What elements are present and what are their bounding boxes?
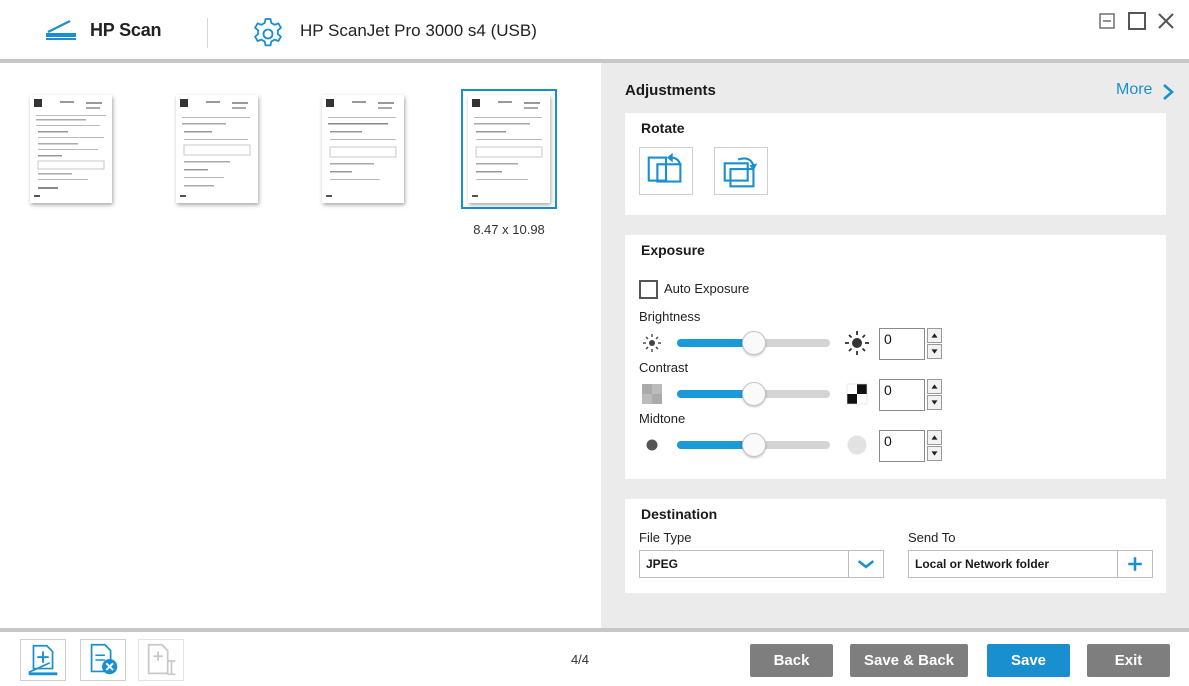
send-to-field[interactable]: Local or Network folder xyxy=(908,550,1153,578)
midtone-label: Midtone xyxy=(639,411,686,426)
caret-up-icon xyxy=(931,435,938,440)
midtone-light-icon xyxy=(847,435,867,455)
page-thumbnail[interactable] xyxy=(30,95,112,203)
close-icon[interactable] xyxy=(1155,10,1177,32)
rotate-right-icon xyxy=(723,157,758,188)
contrast-increment-button[interactable] xyxy=(927,379,942,394)
chevron-down-icon xyxy=(857,560,875,569)
document-page-icon xyxy=(34,99,106,197)
page-thumbnail[interactable] xyxy=(322,95,404,203)
midtone-value-input[interactable]: 0 xyxy=(879,430,925,462)
exposure-title: Exposure xyxy=(641,242,705,258)
midtone-dark-icon xyxy=(646,439,658,451)
save-and-back-button[interactable]: Save & Back xyxy=(850,644,968,677)
page-size-label: 8.47 x 10.98 xyxy=(473,222,545,237)
page-thumbnail[interactable] xyxy=(176,95,258,203)
page-counter: 4/4 xyxy=(570,652,590,667)
brightness-increment-button[interactable] xyxy=(927,328,942,343)
contrast-low-icon xyxy=(642,384,662,404)
midtone-slider-thumb[interactable] xyxy=(741,433,766,457)
file-type-dropdown-button[interactable] xyxy=(848,551,883,577)
chevron-right-icon[interactable] xyxy=(1161,82,1175,102)
rotate-left-button[interactable] xyxy=(639,147,693,195)
device-name[interactable]: HP ScanJet Pro 3000 s4 (USB) xyxy=(300,21,537,41)
midtone-decrement-button[interactable] xyxy=(927,446,942,461)
file-type-label: File Type xyxy=(639,530,692,545)
brightness-high-icon xyxy=(845,331,869,355)
gear-icon[interactable] xyxy=(250,14,286,50)
destination-card: Destination File Type JPEG Send To Local… xyxy=(625,499,1166,593)
rotate-right-button[interactable] xyxy=(714,147,768,195)
exit-button[interactable]: Exit xyxy=(1087,644,1170,677)
scanner-icon xyxy=(46,20,76,40)
contrast-decrement-button[interactable] xyxy=(927,395,942,410)
send-to-value: Local or Network folder xyxy=(915,557,1050,571)
auto-exposure-checkbox[interactable] xyxy=(639,280,658,299)
caret-down-icon xyxy=(931,349,938,354)
auto-exposure-label: Auto Exposure xyxy=(664,281,750,296)
midtone-slider[interactable] xyxy=(677,433,830,457)
more-link[interactable]: More xyxy=(1116,81,1152,99)
document-page-icon xyxy=(472,99,543,197)
brightness-low-icon xyxy=(643,334,661,352)
rotate-left-icon xyxy=(647,152,682,183)
brightness-slider-thumb[interactable] xyxy=(741,331,766,355)
caret-down-icon xyxy=(931,400,938,405)
rotate-title: Rotate xyxy=(641,120,685,136)
caret-up-icon xyxy=(931,384,938,389)
midtone-stepper[interactable]: 0 xyxy=(879,430,943,462)
bottom-toolbar: 4/4 Back Save & Back Save Exit xyxy=(0,632,1189,686)
insert-page-button[interactable] xyxy=(138,639,184,681)
minimize-icon[interactable] xyxy=(1096,10,1118,32)
contrast-slider-thumb[interactable] xyxy=(741,382,766,406)
document-page-icon xyxy=(326,99,397,197)
title-bar: HP Scan HP ScanJet Pro 3000 s4 (USB) xyxy=(0,0,1189,60)
save-button[interactable]: Save xyxy=(987,644,1070,677)
file-type-value: JPEG xyxy=(646,557,679,571)
add-page-button[interactable] xyxy=(20,639,66,681)
midtone-increment-button[interactable] xyxy=(927,430,942,445)
brightness-value-input[interactable]: 0 xyxy=(879,328,925,360)
insert-page-icon xyxy=(147,643,176,676)
add-destination-button[interactable] xyxy=(1117,551,1152,577)
exposure-card: Exposure Auto Exposure Brightness 0 Cont… xyxy=(625,235,1166,479)
plus-icon xyxy=(1128,557,1142,571)
contrast-stepper[interactable]: 0 xyxy=(879,379,943,411)
delete-page-icon xyxy=(90,643,118,675)
page-thumbnail-selected[interactable] xyxy=(468,95,550,203)
back-button[interactable]: Back xyxy=(750,644,833,677)
titlebar-divider xyxy=(207,18,208,48)
brightness-label: Brightness xyxy=(639,309,701,324)
caret-down-icon xyxy=(931,451,938,456)
contrast-label: Contrast xyxy=(639,360,689,375)
caret-up-icon xyxy=(931,333,938,338)
document-page-icon xyxy=(180,99,251,197)
file-type-dropdown[interactable]: JPEG xyxy=(639,550,884,578)
adjustments-panel: Adjustments More Rotate Exposure Auto Ex… xyxy=(601,63,1189,628)
adjustments-title: Adjustments xyxy=(625,82,716,99)
destination-title: Destination xyxy=(641,506,718,522)
delete-page-button[interactable] xyxy=(80,639,126,681)
rotate-card: Rotate xyxy=(625,113,1166,215)
brightness-decrement-button[interactable] xyxy=(927,344,942,359)
contrast-value-input[interactable]: 0 xyxy=(879,379,925,411)
send-to-label: Send To xyxy=(908,530,956,545)
maximize-icon[interactable] xyxy=(1126,10,1148,32)
brightness-stepper[interactable]: 0 xyxy=(879,328,943,360)
brightness-slider[interactable] xyxy=(677,331,830,355)
contrast-slider[interactable] xyxy=(677,382,830,406)
app-name: HP Scan xyxy=(90,20,162,40)
contrast-high-icon xyxy=(846,383,868,405)
add-page-scan-icon xyxy=(28,644,58,676)
preview-area: 8.47 x 10.98 xyxy=(0,63,601,628)
